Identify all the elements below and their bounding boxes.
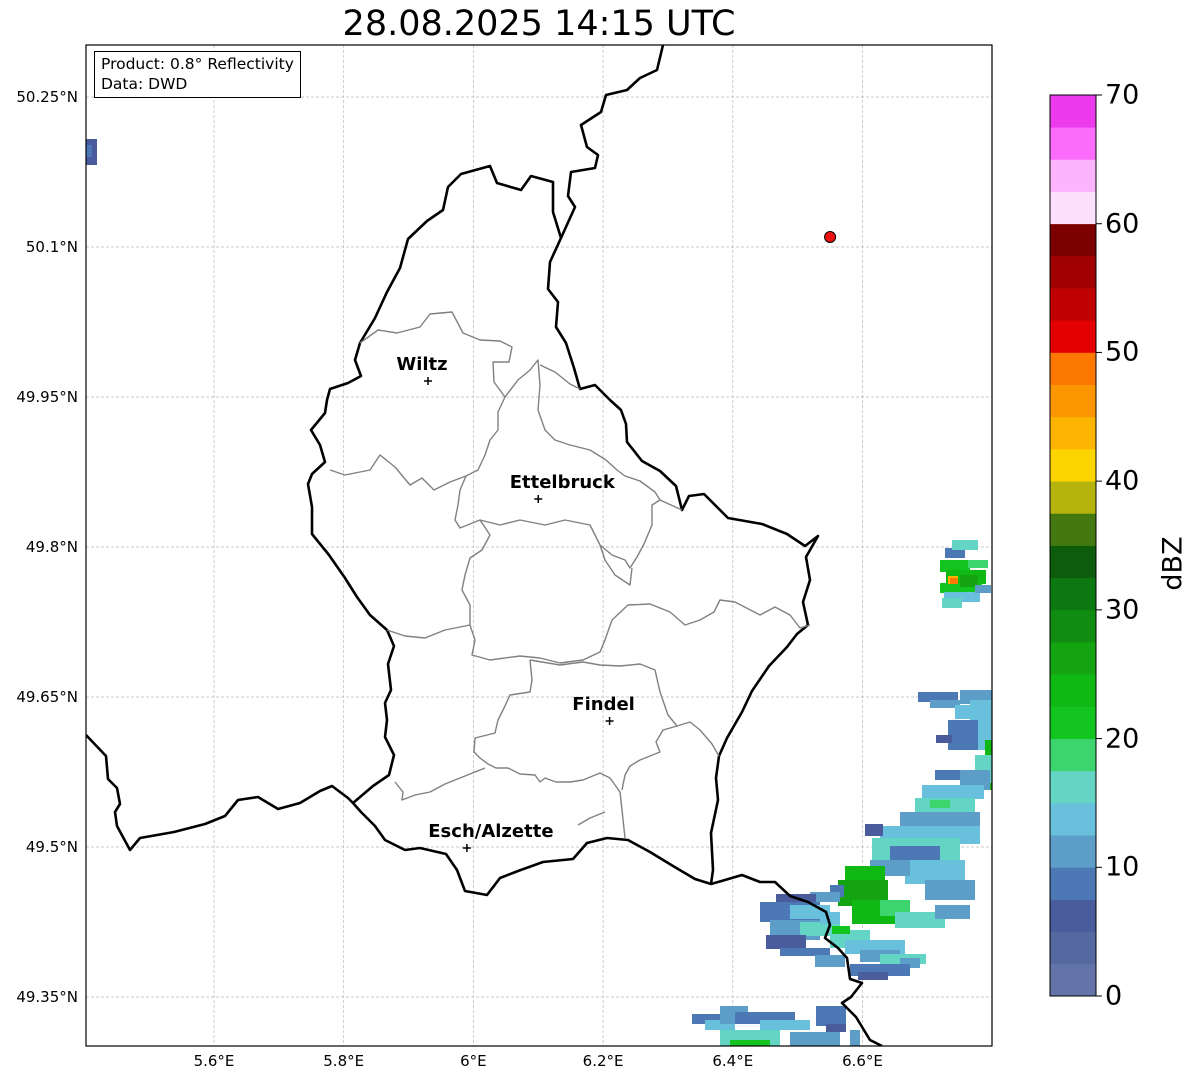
- colorbar-tick-label: 50: [1105, 336, 1140, 368]
- radar-cell: [86, 145, 92, 157]
- lon-tick-label: 5.6°E: [193, 1052, 235, 1070]
- colorbar-bin: [1050, 320, 1096, 353]
- lon-tick-label: 6.2°E: [582, 1052, 624, 1070]
- city-label: Ettelbruck: [509, 472, 615, 493]
- colorbar-bin: [1050, 674, 1096, 707]
- colorbar: [1049, 94, 1102, 997]
- radar-cell: [936, 735, 952, 743]
- radar-cell: [766, 935, 806, 949]
- colorbar-tick-label: 10: [1105, 851, 1140, 883]
- radar-cell: [942, 598, 962, 608]
- radar-cell: [948, 720, 978, 750]
- lat-tick-label: 49.8°N: [25, 538, 78, 556]
- colorbar-bin: [1050, 802, 1096, 836]
- radar-cell: [935, 770, 960, 780]
- product-info-box: Product: 0.8° Reflectivity Data: DWD: [94, 51, 301, 98]
- colorbar-bin: [1050, 545, 1096, 579]
- colorbar-bin: [1050, 738, 1096, 772]
- colorbar-bin: [1050, 867, 1096, 900]
- radar-cell: [950, 578, 958, 584]
- radar-cell: [952, 540, 978, 550]
- city-label: Esch/Alzette: [428, 821, 554, 842]
- colorbar-tick-label: 70: [1105, 79, 1140, 111]
- colorbar-bin: [1050, 384, 1096, 418]
- radar-cell: [816, 1006, 846, 1026]
- colorbar-bin: [1050, 963, 1096, 997]
- colorbar-label: dBZ: [1157, 536, 1184, 591]
- colorbar-bin: [1050, 931, 1096, 965]
- lat-tick-label: 49.65°N: [16, 688, 78, 706]
- colorbar-tick-label: 60: [1105, 208, 1140, 240]
- colorbar-bin: [1050, 223, 1096, 257]
- radar-cell: [968, 560, 988, 568]
- radar-cell: [925, 880, 975, 900]
- lon-tick-label: 6.4°E: [712, 1052, 754, 1070]
- radar-cell: [780, 948, 830, 956]
- colorbar-bin: [1050, 448, 1096, 482]
- lat-tick-label: 50.25°N: [16, 88, 78, 106]
- colorbar-bin: [1050, 127, 1096, 160]
- colorbar-tick-label: 20: [1105, 723, 1140, 755]
- colorbar-bin: [1050, 577, 1096, 611]
- lat-tick-label: 50.1°N: [25, 238, 78, 256]
- colorbar-bin: [1050, 352, 1096, 386]
- lat-tick-label: 49.95°N: [16, 388, 78, 406]
- lat-tick-label: 49.35°N: [16, 988, 78, 1006]
- colorbar-bin: [1050, 159, 1096, 192]
- colorbar-bin: [1050, 770, 1096, 804]
- colorbar-tick-label: 40: [1105, 465, 1140, 497]
- product-label: Product: 0.8° Reflectivity: [101, 55, 294, 73]
- lon-tick-label: 5.8°E: [323, 1052, 365, 1070]
- colorbar-tick-label: 0: [1105, 980, 1123, 1012]
- colorbar-bin: [1050, 513, 1096, 546]
- colorbar-bin: [1050, 481, 1096, 514]
- colorbar-bin: [1050, 288, 1096, 321]
- city-label: Findel: [572, 694, 635, 715]
- colorbar-bin: [1050, 609, 1096, 643]
- city-label: Wiltz: [396, 354, 448, 375]
- radar-cell: [922, 785, 984, 799]
- radar-cell: [865, 824, 883, 836]
- colorbar-tick-label: 30: [1105, 594, 1140, 626]
- radar-site-marker: [824, 231, 837, 243]
- colorbar-bin: [1050, 835, 1096, 868]
- lon-tick-label: 6°E: [460, 1052, 487, 1070]
- radar-map: [85, 44, 1102, 1047]
- radar-cell: [760, 1020, 810, 1030]
- radar-cell: [975, 585, 991, 593]
- radar-cell: [890, 846, 940, 862]
- radar-cell: [790, 1032, 840, 1046]
- colorbar-bin: [1050, 416, 1096, 450]
- lon-tick-label: 6.6°E: [842, 1052, 883, 1070]
- data-source-label: Data: DWD: [101, 75, 188, 93]
- radar-cell: [935, 905, 970, 919]
- radar-cell: [826, 1024, 846, 1032]
- radar-cell: [858, 972, 888, 980]
- lat-tick-label: 49.5°N: [25, 838, 78, 856]
- radar-cell: [730, 1040, 770, 1046]
- colorbar-bin: [1050, 255, 1096, 289]
- radar-cell: [815, 955, 845, 967]
- radar-cell: [930, 800, 950, 808]
- colorbar-bin: [1050, 191, 1096, 225]
- colorbar-bin: [1050, 706, 1096, 739]
- radar-cell: [832, 926, 850, 934]
- colorbar-bin: [1050, 95, 1096, 128]
- colorbar-bin: [1050, 899, 1096, 933]
- colorbar-bin: [1050, 642, 1096, 675]
- radar-cell: [850, 1030, 860, 1046]
